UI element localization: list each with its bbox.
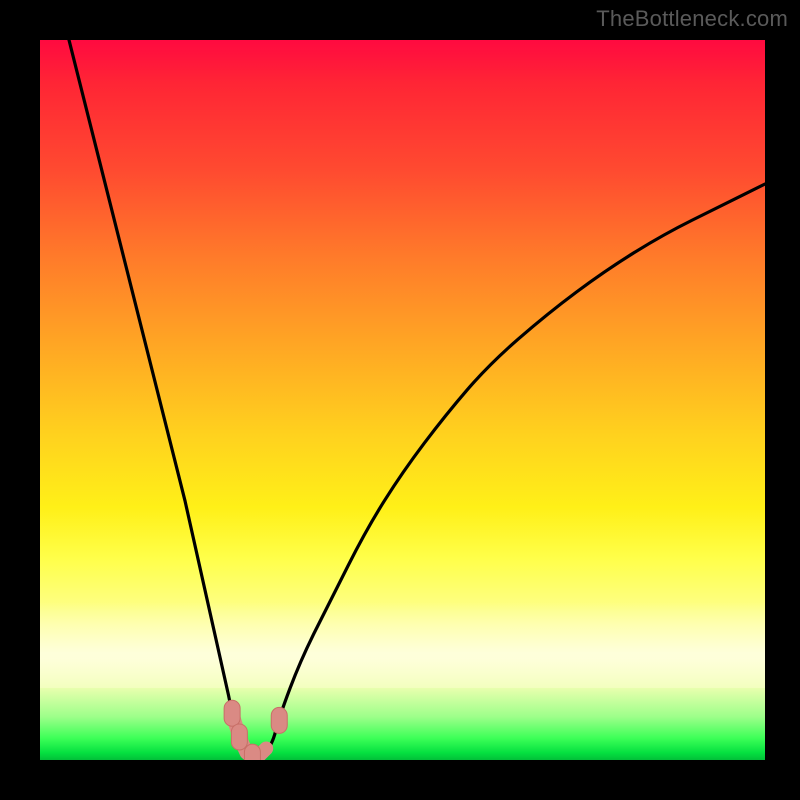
watermark-text: TheBottleneck.com bbox=[596, 6, 788, 32]
outer-frame: TheBottleneck.com bbox=[0, 0, 800, 800]
marker-right-marker bbox=[271, 707, 287, 733]
plot-area bbox=[40, 40, 765, 760]
marker-valley-marker bbox=[244, 744, 260, 760]
chart-svg bbox=[40, 40, 765, 760]
marker-left-marker-upper bbox=[231, 724, 247, 750]
bottleneck-curve-path bbox=[69, 40, 765, 760]
marker-left-marker-lower bbox=[224, 700, 240, 726]
markers-group bbox=[224, 700, 287, 760]
